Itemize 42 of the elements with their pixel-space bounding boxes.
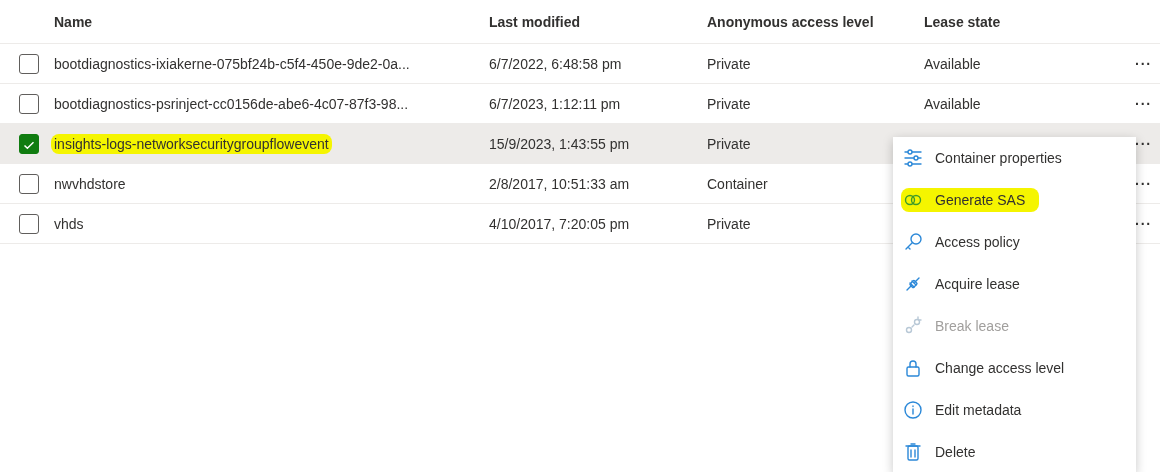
table-cell: Private — [707, 135, 751, 152]
table-cell: Available — [924, 95, 981, 112]
checkbox[interactable] — [19, 133, 39, 154]
column-header[interactable]: Name — [54, 13, 489, 30]
checkbox[interactable] — [19, 173, 39, 194]
more-button[interactable]: ··· — [1135, 175, 1152, 192]
info-icon — [903, 400, 923, 420]
more-button[interactable]: ··· — [1135, 135, 1152, 152]
table-cell: Private — [707, 55, 751, 72]
more-button[interactable]: ··· — [1135, 95, 1152, 112]
container-name[interactable]: insights-logs-networksecuritygroupflowevent — [51, 133, 332, 154]
menu-item[interactable]: Delete — [893, 431, 1136, 472]
table-cell: 15/9/2023, 1:43:55 pm — [489, 135, 630, 152]
menu-item[interactable]: Change access level — [893, 347, 1136, 389]
table-cell: 6/7/2022, 6:48:58 pm — [489, 55, 622, 72]
menu-item[interactable]: Edit metadata — [893, 389, 1136, 431]
trash-icon — [903, 442, 923, 462]
column-header[interactable]: Lease state — [924, 13, 1135, 30]
broken-link-icon — [903, 316, 923, 336]
checkbox[interactable] — [19, 53, 39, 74]
table-cell: 4/10/2017, 7:20:05 pm — [489, 215, 630, 232]
sliders-icon — [903, 148, 923, 168]
more-button[interactable]: ··· — [1135, 215, 1152, 232]
container-name[interactable]: vhds — [54, 215, 84, 232]
more-button[interactable]: ··· — [1135, 55, 1152, 72]
key-icon — [903, 232, 923, 252]
container-name[interactable]: bootdiagnostics-psrinject-cc0156de-abe6-4c07-87f3-98... — [54, 95, 409, 112]
menu-item[interactable]: Acquire lease — [893, 263, 1136, 305]
table-cell: Container — [707, 175, 768, 192]
container-name[interactable]: nwvhdstore — [54, 175, 126, 192]
checkbox[interactable] — [19, 93, 39, 114]
lock-icon — [903, 358, 923, 378]
checkbox[interactable] — [19, 213, 39, 234]
table-row[interactable]: bootdiagnostics-ixiakerne-075bf24b-c5f4-450e-9de2-0a... 6/7/2022, 6:48:58 pm Private Available ··· — [0, 44, 1160, 84]
table-cell: Available — [924, 55, 981, 72]
table-cell: Private — [707, 215, 751, 232]
column-header[interactable]: Anonymous access level — [707, 13, 924, 30]
table-cell: 6/7/2023, 1:12:11 pm — [489, 95, 621, 112]
table-cell: Private — [707, 95, 751, 112]
table-cell: 2/8/2017, 10:51:33 am — [489, 175, 630, 192]
column-header[interactable]: Last modified — [489, 13, 707, 30]
container-name[interactable]: bootdiagnostics-ixiakerne-075bf24b-c5f4-450e-9de2-0a... — [54, 55, 410, 72]
